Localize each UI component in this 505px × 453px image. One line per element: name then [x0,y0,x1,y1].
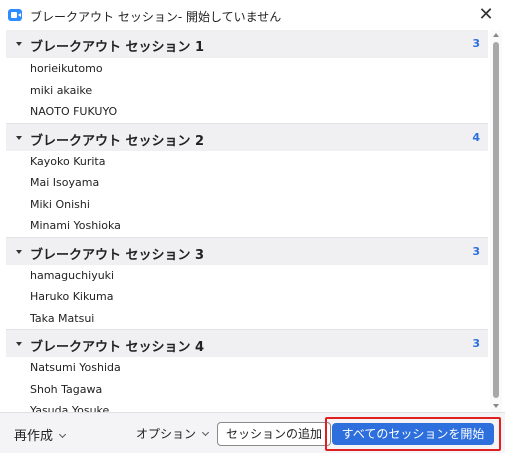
participant-row[interactable]: Mai Isoyama [6,172,488,194]
participant-count: 3 [472,337,480,350]
participant-count: 3 [472,37,480,50]
session-section: ブレークアウト セッション 1 3 horieikutomo miki akaike N… [6,30,488,123]
start-all-sessions-button[interactable]: すべてのセッションを開始 [332,423,494,445]
session-header[interactable]: ブレークアウト セッション 4 3 [6,329,488,357]
zoom-camera-icon [8,9,22,21]
participant-row[interactable]: Taka Matsui [6,308,488,330]
session-section: ブレークアウト セッション 2 4 Kayoko Kurita Mai Isoyama… [6,122,488,237]
session-header[interactable]: ブレークアウト セッション 1 3 [6,30,488,58]
participant-row[interactable]: Shoh Tagawa [6,379,488,401]
participant-row[interactable]: Yasuda Yosuke [6,400,488,412]
participant-row[interactable]: Minami Yoshioka [6,215,488,237]
participant-row[interactable]: horieikutomo [6,58,488,80]
session-list: ブレークアウト セッション 1 3 horieikutomo miki akaike N… [6,30,488,412]
session-title: ブレークアウト セッション 3 [30,247,205,263]
chevron-down-icon [201,428,210,437]
title-bar: ブレークアウト セッション- 開始していません ✕ [0,0,505,30]
scrollbar[interactable] [490,30,502,412]
participant-row[interactable]: hamaguchiyuki [6,265,488,287]
participant-row[interactable]: Natsumi Yoshida [6,357,488,379]
session-title: ブレークアウト セッション 2 [30,133,205,149]
session-section: ブレークアウト セッション 3 3 hamaguchiyuki Haruko Kiku… [6,236,488,330]
caret-down-icon[interactable] [16,42,22,46]
session-header[interactable]: ブレークアウト セッション 2 4 [6,122,488,151]
session-header[interactable]: ブレークアウト セッション 3 3 [6,236,488,265]
participant-row[interactable]: Kayoko Kurita [6,151,488,173]
participant-row[interactable]: Haruko Kikuma [6,286,488,308]
breakout-sessions-window: ブレークアウト セッション- 開始していません ✕ ブレークアウト セッション … [0,0,505,453]
scroll-down-arrow-icon[interactable] [493,404,499,408]
caret-down-icon[interactable] [16,135,22,140]
scroll-up-arrow-icon[interactable] [493,33,499,37]
scroll-thumb[interactable] [493,42,499,398]
add-session-button[interactable]: セッションの追加 [217,422,332,446]
participant-row[interactable]: miki akaike [6,80,488,102]
close-icon[interactable]: ✕ [475,4,497,26]
options-dropdown[interactable]: オプション [136,425,210,442]
chevron-down-icon [58,430,67,439]
recreate-label: 再作成 [14,429,54,444]
caret-down-icon[interactable] [16,342,22,346]
participant-row[interactable]: NAOTO FUKUYO [6,101,488,123]
caret-down-icon[interactable] [16,249,22,254]
participant-count: 3 [472,244,480,258]
footer-bar: 再作成 オプション セッションの追加 すべてのセッションを開始 [0,412,505,453]
participant-count: 4 [472,130,480,144]
session-title: ブレークアウト セッション 1 [30,40,205,55]
participant-row[interactable]: Miki Onishi [6,194,488,216]
recreate-dropdown[interactable]: 再作成 [14,425,67,444]
highlight-box: すべてのセッションを開始 [325,417,501,451]
options-label: オプション [136,427,197,441]
window-title: ブレークアウト セッション- 開始していません [30,10,282,24]
session-section: ブレークアウト セッション 4 3 Natsumi Yoshida Shoh Taga… [6,329,488,412]
session-title: ブレークアウト セッション 4 [30,340,205,355]
